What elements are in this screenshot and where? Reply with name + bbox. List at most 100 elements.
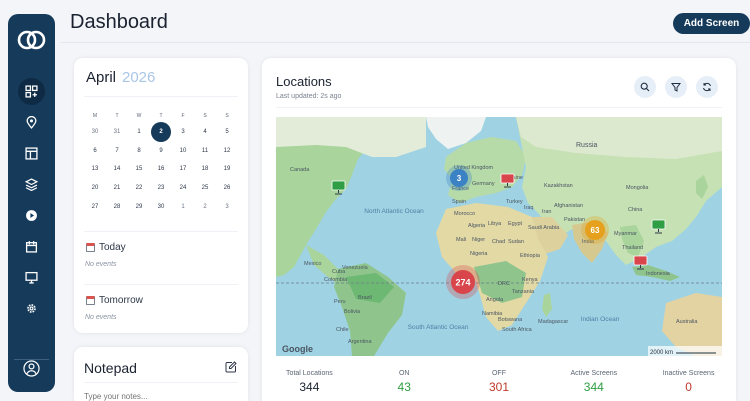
edit-icon[interactable] bbox=[225, 361, 237, 373]
map-label-colombia: Colombia bbox=[324, 277, 348, 283]
app-logo bbox=[17, 30, 46, 50]
map-label-kenya: Kenya bbox=[522, 277, 539, 283]
search-map-button[interactable] bbox=[634, 76, 656, 98]
sidebar-item-settings[interactable] bbox=[18, 295, 45, 322]
notepad-input[interactable] bbox=[84, 392, 234, 401]
calendar-day[interactable]: 21 bbox=[106, 185, 128, 191]
calendar-week: 20 21 22 23 24 25 26 bbox=[84, 179, 238, 198]
calendar-day[interactable]: 27 bbox=[84, 204, 106, 210]
cluster-count: 274 bbox=[455, 278, 470, 288]
map-label-egypt: Egypt bbox=[508, 221, 523, 227]
calendar-day[interactable]: 26 bbox=[216, 185, 238, 191]
calendar-day[interactable]: 9 bbox=[150, 148, 172, 154]
tomorrow-section: Tomorrow bbox=[86, 295, 143, 306]
calendar-day[interactable]: 13 bbox=[84, 166, 106, 172]
gear-icon bbox=[27, 304, 36, 313]
calendar-day[interactable]: 23 bbox=[150, 185, 172, 191]
cluster-count: 63 bbox=[591, 226, 600, 235]
sidebar-item-schedule[interactable] bbox=[18, 233, 45, 260]
map-label-indonesia: Indonesia bbox=[646, 271, 671, 277]
calendar-day[interactable]: 19 bbox=[216, 166, 238, 172]
calendar-day[interactable]: 10 bbox=[172, 148, 194, 154]
notepad-card: Notepad bbox=[74, 347, 248, 401]
map-label-mali: Mali bbox=[456, 237, 466, 243]
map-label-australia: Australia bbox=[676, 319, 698, 325]
sidebar-item-layouts[interactable] bbox=[18, 140, 45, 167]
calendar-day[interactable]: 3 bbox=[172, 129, 194, 135]
world-map[interactable]: Canada Cuba Mexico Venezuela Colombia Pe… bbox=[276, 117, 722, 356]
stat-off: OFF 301 bbox=[452, 370, 547, 394]
locations-card: Locations Last updated: 2s ago Canada Cu… bbox=[262, 58, 736, 401]
filter-map-button[interactable] bbox=[665, 76, 687, 98]
calendar-day[interactable]: 1 bbox=[128, 129, 150, 135]
calendar-divider bbox=[84, 96, 238, 97]
calendar-day[interactable]: 20 bbox=[84, 185, 106, 191]
map-label-south-atlantic: South Atlantic Ocean bbox=[408, 324, 469, 331]
calendar-day[interactable]: 2 bbox=[194, 204, 216, 210]
calendar-day[interactable]: 30 bbox=[150, 204, 172, 210]
sidebar-item-media[interactable] bbox=[18, 202, 45, 229]
calendar-day[interactable]: 31 bbox=[106, 129, 128, 135]
map-label-angola: Angola bbox=[486, 297, 504, 303]
calendar-day[interactable]: 15 bbox=[128, 166, 150, 172]
calendar-day[interactable]: 18 bbox=[194, 166, 216, 172]
calendar-day[interactable]: 25 bbox=[194, 185, 216, 191]
play-icon bbox=[26, 210, 37, 221]
sidebar-item-stack[interactable] bbox=[18, 171, 45, 198]
sidebar-item-dashboard[interactable] bbox=[18, 78, 45, 105]
calendar-day[interactable]: 1 bbox=[172, 204, 194, 210]
calendar-day[interactable]: 7 bbox=[106, 148, 128, 154]
map-label-botswana: Botswana bbox=[498, 317, 523, 323]
calendar-day[interactable]: 4 bbox=[194, 129, 216, 135]
map-cluster[interactable]: 274 bbox=[446, 265, 480, 299]
calendar-day[interactable]: 29 bbox=[128, 204, 150, 210]
calendar-day-today[interactable]: 2 bbox=[151, 122, 171, 143]
map-label-mongolia: Mongolia bbox=[626, 185, 649, 191]
last-updated-text: Last updated: 2s ago bbox=[276, 93, 342, 100]
calendar-day[interactable]: 24 bbox=[172, 185, 194, 191]
map-label-thailand: Thailand bbox=[622, 245, 643, 251]
map-label-morocco: Morocco bbox=[454, 211, 475, 217]
calendar-day[interactable]: 30 bbox=[84, 129, 106, 135]
calendar-day[interactable]: 28 bbox=[106, 204, 128, 210]
refresh-map-button[interactable] bbox=[696, 76, 718, 98]
map-brand-logo: Google bbox=[282, 344, 313, 354]
stat-on: ON 43 bbox=[357, 370, 452, 394]
calendar-day[interactable]: 12 bbox=[216, 148, 238, 154]
calendar-day[interactable]: 6 bbox=[84, 148, 106, 154]
stat-value: 0 bbox=[685, 380, 692, 394]
calendar-section-divider bbox=[84, 231, 238, 232]
stat-label: Inactive Screens bbox=[662, 370, 715, 377]
layout-icon bbox=[25, 147, 38, 160]
map-cluster[interactable]: 63 bbox=[581, 216, 609, 244]
calendar-day[interactable]: 14 bbox=[106, 166, 128, 172]
calendar-day[interactable]: 11 bbox=[194, 148, 216, 154]
calendar-day[interactable]: 5 bbox=[216, 129, 238, 135]
stat-value: 43 bbox=[397, 380, 411, 394]
calendar-day[interactable]: 17 bbox=[172, 166, 194, 172]
stat-label: OFF bbox=[491, 370, 506, 377]
add-screen-button[interactable]: Add Screen bbox=[673, 13, 750, 34]
map-label-ethiopia: Ethiopia bbox=[520, 253, 541, 259]
weekday-label: F bbox=[181, 113, 185, 119]
map-cluster[interactable]: 3 bbox=[446, 165, 472, 191]
sidebar-item-screens[interactable] bbox=[18, 264, 45, 291]
map-label-sudan: Sudan bbox=[508, 239, 524, 245]
calendar-page-icon bbox=[86, 296, 95, 305]
calendar-day[interactable]: 22 bbox=[128, 185, 150, 191]
calendar-week: 27 28 29 30 1 2 3 bbox=[84, 197, 238, 216]
map-label-afghanistan: Afghanistan bbox=[554, 203, 583, 209]
user-profile-button[interactable] bbox=[18, 355, 45, 382]
calendar-day[interactable]: 3 bbox=[216, 204, 238, 210]
sidebar-item-locations[interactable] bbox=[18, 109, 45, 136]
calendar-week: 6 7 8 9 10 11 12 bbox=[84, 142, 238, 161]
location-pin-icon bbox=[26, 116, 37, 129]
tomorrow-empty-text: No events bbox=[85, 314, 117, 321]
map-label-iraq: Iraq bbox=[524, 205, 533, 211]
calendar-day[interactable]: 8 bbox=[128, 148, 150, 154]
map-label-canada: Canada bbox=[290, 167, 310, 173]
search-icon bbox=[640, 82, 650, 92]
map-label-pakistan: Pakistan bbox=[564, 217, 585, 223]
map-label-chile: Chile bbox=[336, 327, 349, 333]
calendar-day[interactable]: 16 bbox=[150, 166, 172, 172]
